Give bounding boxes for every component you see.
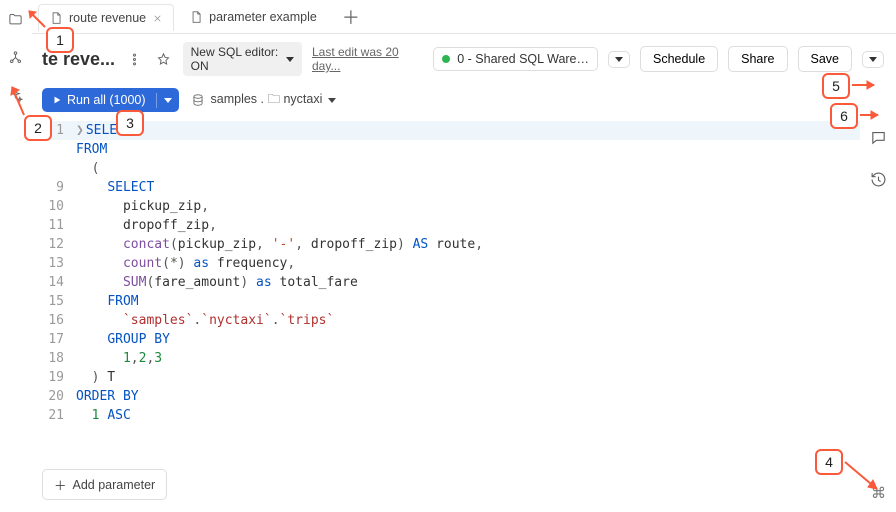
comments-icon[interactable] [867, 126, 889, 148]
callout-4: 4 [815, 449, 843, 475]
folder-icon[interactable] [5, 8, 27, 30]
play-icon [52, 95, 62, 105]
callout-6: 6 [830, 103, 858, 129]
editor-line[interactable]: 21 1 ASC [32, 406, 860, 425]
editor-line[interactable]: 12 concat(pickup_zip, '-', dropoff_zip) … [32, 235, 860, 254]
toolbar: Run all (1000) samples . 🗀 nyctaxi [32, 84, 896, 120]
editor-line[interactable]: 9 SELECT [32, 178, 860, 197]
share-button[interactable]: Share [728, 46, 787, 72]
file-icon [49, 11, 63, 25]
chevron-down-icon [615, 57, 623, 62]
run-caret[interactable] [156, 93, 179, 108]
editor-line[interactable]: ( [32, 159, 860, 178]
tab-label: route revenue [69, 11, 146, 25]
editor-line[interactable]: 19 ) T [32, 368, 860, 387]
editor-line[interactable]: 10 pickup_zip, [32, 197, 860, 216]
callout-3: 3 [116, 110, 144, 136]
editor-line[interactable]: 1❯SELECT [32, 121, 860, 140]
callout-2: 2 [24, 115, 52, 141]
schedule-button[interactable]: Schedule [640, 46, 718, 72]
tab-bar: route revenue parameter example ＋ [32, 0, 896, 34]
chevron-down-icon [164, 98, 172, 103]
warehouse-caret[interactable] [608, 51, 630, 68]
database-icon [191, 93, 205, 107]
more-menu-icon[interactable] [125, 48, 144, 70]
editor-line[interactable]: 13 count(*) as frequency, [32, 254, 860, 273]
editor-line[interactable]: FROM [32, 140, 860, 159]
chevron-down-icon [286, 57, 294, 62]
editor-line[interactable]: 15 FROM [32, 292, 860, 311]
plus-icon: ＋ [54, 475, 67, 494]
tab-parameter-example[interactable]: parameter example [178, 3, 328, 30]
warehouse-selector[interactable]: 0 - Shared SQL Ware… [433, 47, 598, 71]
editor-line[interactable]: 18 1,2,3 [32, 349, 860, 368]
history-icon[interactable] [867, 168, 889, 190]
editor-line[interactable]: 17 GROUP BY [32, 330, 860, 349]
tab-label: parameter example [209, 10, 317, 24]
run-all-button[interactable]: Run all (1000) [42, 88, 179, 112]
catalog-selector[interactable]: samples . 🗀 nyctaxi [191, 90, 337, 111]
save-caret[interactable] [862, 51, 884, 68]
file-icon [189, 10, 203, 24]
callout-5: 5 [822, 73, 850, 99]
save-button[interactable]: Save [798, 46, 853, 72]
sql-editor[interactable]: 1❯SELECTFROM (9 SELECT10 pickup_zip,11 d… [32, 120, 860, 512]
editor-line[interactable]: 14 SUM(fare_amount) as total_fare [32, 273, 860, 292]
last-edit-link[interactable]: Last edit was 20 day... [312, 45, 413, 73]
add-parameter-button[interactable]: ＋ Add parameter [42, 469, 167, 500]
status-dot-icon [442, 55, 450, 63]
chevron-down-icon [328, 98, 336, 103]
callout-1: 1 [46, 27, 74, 53]
editor-toggle[interactable]: New SQL editor: ON [183, 42, 302, 76]
editor-line[interactable]: 20ORDER BY [32, 387, 860, 406]
new-tab-button[interactable]: ＋ [338, 4, 364, 30]
schema-icon[interactable] [5, 46, 27, 68]
close-icon[interactable] [152, 13, 163, 24]
editor-line[interactable]: 11 dropoff_zip, [32, 216, 860, 235]
chevron-down-icon [869, 57, 877, 62]
editor-line[interactable]: 16 `samples`.`nyctaxi`.`trips` [32, 311, 860, 330]
header: te reve... New SQL editor: ON Last edit … [32, 34, 896, 84]
favorite-star-icon[interactable] [154, 48, 173, 70]
